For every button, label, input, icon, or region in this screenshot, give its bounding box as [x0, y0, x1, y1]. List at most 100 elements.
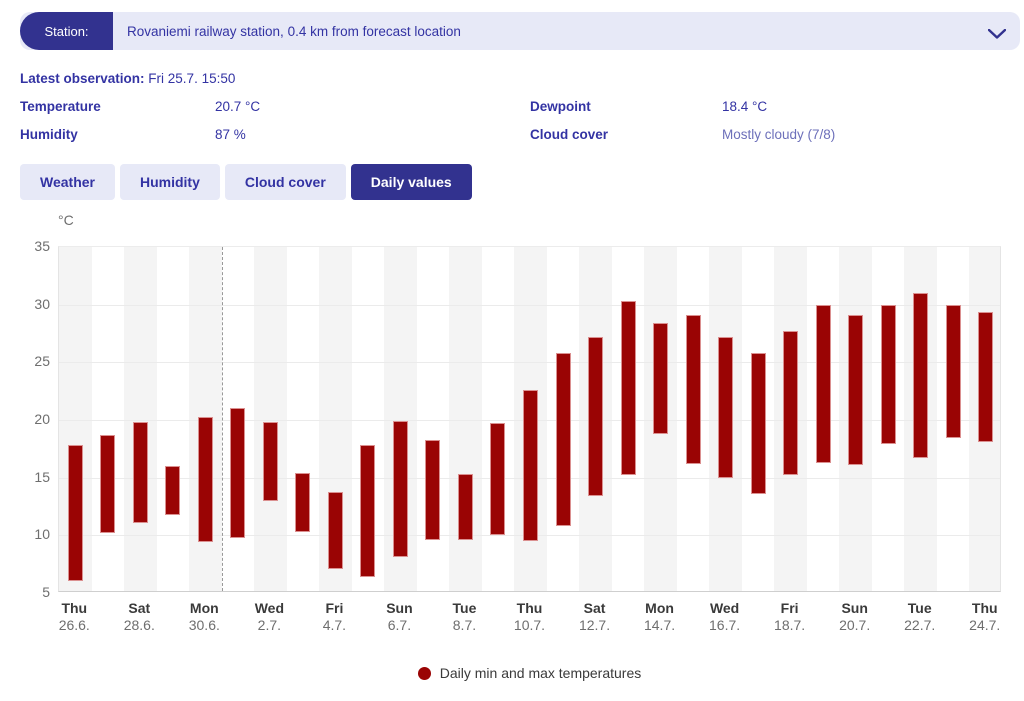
- range-bar: [68, 445, 83, 581]
- range-bar: [751, 353, 766, 494]
- x-label-date: 28.6.: [107, 617, 171, 634]
- x-label-date: 4.7.: [302, 617, 366, 634]
- legend-item-daily-min-max[interactable]: Daily min and max temperatures: [58, 662, 1001, 684]
- cloud-cover-label: Cloud cover: [530, 127, 608, 142]
- range-bar: [783, 331, 798, 475]
- x-axis-label: Sat28.6.: [107, 600, 171, 634]
- range-bar: [295, 473, 310, 532]
- gridline: [59, 305, 1000, 306]
- chevron-down-icon[interactable]: [988, 26, 1006, 44]
- station-value: Rovaniemi railway station, 0.4 km from f…: [127, 12, 461, 50]
- x-label-day: Sat: [107, 600, 171, 617]
- x-label-date: 14.7.: [628, 617, 692, 634]
- x-axis-label: Mon30.6.: [172, 600, 236, 634]
- dewpoint-value: 18.4 °C: [722, 99, 767, 114]
- y-axis-unit-label: °C: [58, 212, 74, 228]
- x-label-date: 20.7.: [823, 617, 887, 634]
- range-bar: [360, 445, 375, 576]
- range-bar: [686, 315, 701, 464]
- range-bar: [556, 353, 571, 526]
- x-label-date: 6.7.: [367, 617, 431, 634]
- range-bar: [816, 305, 831, 463]
- latest-observation-line: Latest observation: Fri 25.7. 15:50: [20, 71, 235, 86]
- plot-area: [58, 246, 1001, 592]
- y-tick-label: 15: [0, 469, 50, 485]
- range-bar: [881, 305, 896, 445]
- x-axis-label: Sat12.7.: [563, 600, 627, 634]
- x-label-date: 18.7.: [758, 617, 822, 634]
- x-label-day: Mon: [172, 600, 236, 617]
- x-axis-label: Wed16.7.: [693, 600, 757, 634]
- day-stripe: [124, 247, 157, 591]
- x-label-day: Mon: [628, 600, 692, 617]
- range-bar: [653, 323, 668, 434]
- x-axis-label: Sun6.7.: [367, 600, 431, 634]
- x-label-day: Sun: [367, 600, 431, 617]
- x-label-day: Tue: [432, 600, 496, 617]
- range-bar: [978, 312, 993, 442]
- range-bar: [458, 474, 473, 540]
- range-bar: [198, 417, 213, 543]
- tab-cloud-cover[interactable]: Cloud cover: [225, 164, 346, 200]
- range-bar: [523, 390, 538, 541]
- range-bar: [718, 337, 733, 478]
- x-axis-label: Thu10.7.: [498, 600, 562, 634]
- x-label-day: Thu: [498, 600, 562, 617]
- x-label-day: Tue: [888, 600, 952, 617]
- x-label-date: 22.7.: [888, 617, 952, 634]
- y-tick-label: 5: [0, 584, 50, 600]
- x-label-date: 2.7.: [237, 617, 301, 634]
- x-label-day: Wed: [693, 600, 757, 617]
- x-label-date: 24.7.: [953, 617, 1017, 634]
- x-axis-label: Tue8.7.: [432, 600, 496, 634]
- humidity-label: Humidity: [20, 127, 78, 142]
- temperature-value: 20.7 °C: [215, 99, 260, 114]
- x-label-day: Wed: [237, 600, 301, 617]
- y-tick-label: 30: [0, 296, 50, 312]
- x-axis-label: Fri4.7.: [302, 600, 366, 634]
- legend-dot-icon: [418, 667, 431, 680]
- x-axis-label: Tue22.7.: [888, 600, 952, 634]
- tab-daily-values[interactable]: Daily values: [351, 164, 472, 200]
- station-selector[interactable]: Station: Rovaniemi railway station, 0.4 …: [20, 12, 1020, 50]
- month-divider-line: [222, 247, 223, 591]
- tab-weather[interactable]: Weather: [20, 164, 115, 200]
- range-bar: [588, 337, 603, 496]
- humidity-value: 87 %: [215, 127, 246, 142]
- range-bar: [425, 440, 440, 540]
- cloud-cover-value: Mostly cloudy (7/8): [722, 127, 835, 142]
- x-label-day: Thu: [42, 600, 106, 617]
- latest-observation-label: Latest observation:: [20, 71, 145, 86]
- range-bar: [393, 421, 408, 557]
- temperature-label: Temperature: [20, 99, 101, 114]
- y-axis-labels: 5101520253035: [0, 246, 50, 592]
- range-bar: [913, 293, 928, 458]
- day-stripe: [254, 247, 287, 591]
- x-label-date: 12.7.: [563, 617, 627, 634]
- chart-tabs: Weather Humidity Cloud cover Daily value…: [20, 164, 472, 200]
- dewpoint-label: Dewpoint: [530, 99, 591, 114]
- legend-label: Daily min and max temperatures: [440, 665, 642, 681]
- x-axis-label: Wed2.7.: [237, 600, 301, 634]
- y-tick-label: 25: [0, 353, 50, 369]
- range-bar: [263, 422, 278, 500]
- x-axis-label: Thu26.6.: [42, 600, 106, 634]
- x-label-date: 10.7.: [498, 617, 562, 634]
- x-label-day: Fri: [302, 600, 366, 617]
- x-axis-label: Fri18.7.: [758, 600, 822, 634]
- x-label-day: Thu: [953, 600, 1017, 617]
- x-axis-labels: Thu26.6.Sat28.6.Mon30.6.Wed2.7.Fri4.7.Su…: [58, 600, 1001, 638]
- x-label-day: Sat: [563, 600, 627, 617]
- y-tick-label: 10: [0, 526, 50, 542]
- station-label-pill: Station:: [20, 12, 113, 50]
- x-label-day: Sun: [823, 600, 887, 617]
- x-axis-label: Sun20.7.: [823, 600, 887, 634]
- range-bar: [328, 492, 343, 569]
- range-bar: [165, 466, 180, 514]
- x-label-day: Fri: [758, 600, 822, 617]
- x-label-date: 30.6.: [172, 617, 236, 634]
- range-bar: [621, 301, 636, 475]
- tab-humidity[interactable]: Humidity: [120, 164, 220, 200]
- latest-observation-time: Fri 25.7. 15:50: [148, 71, 235, 86]
- y-tick-label: 35: [0, 238, 50, 254]
